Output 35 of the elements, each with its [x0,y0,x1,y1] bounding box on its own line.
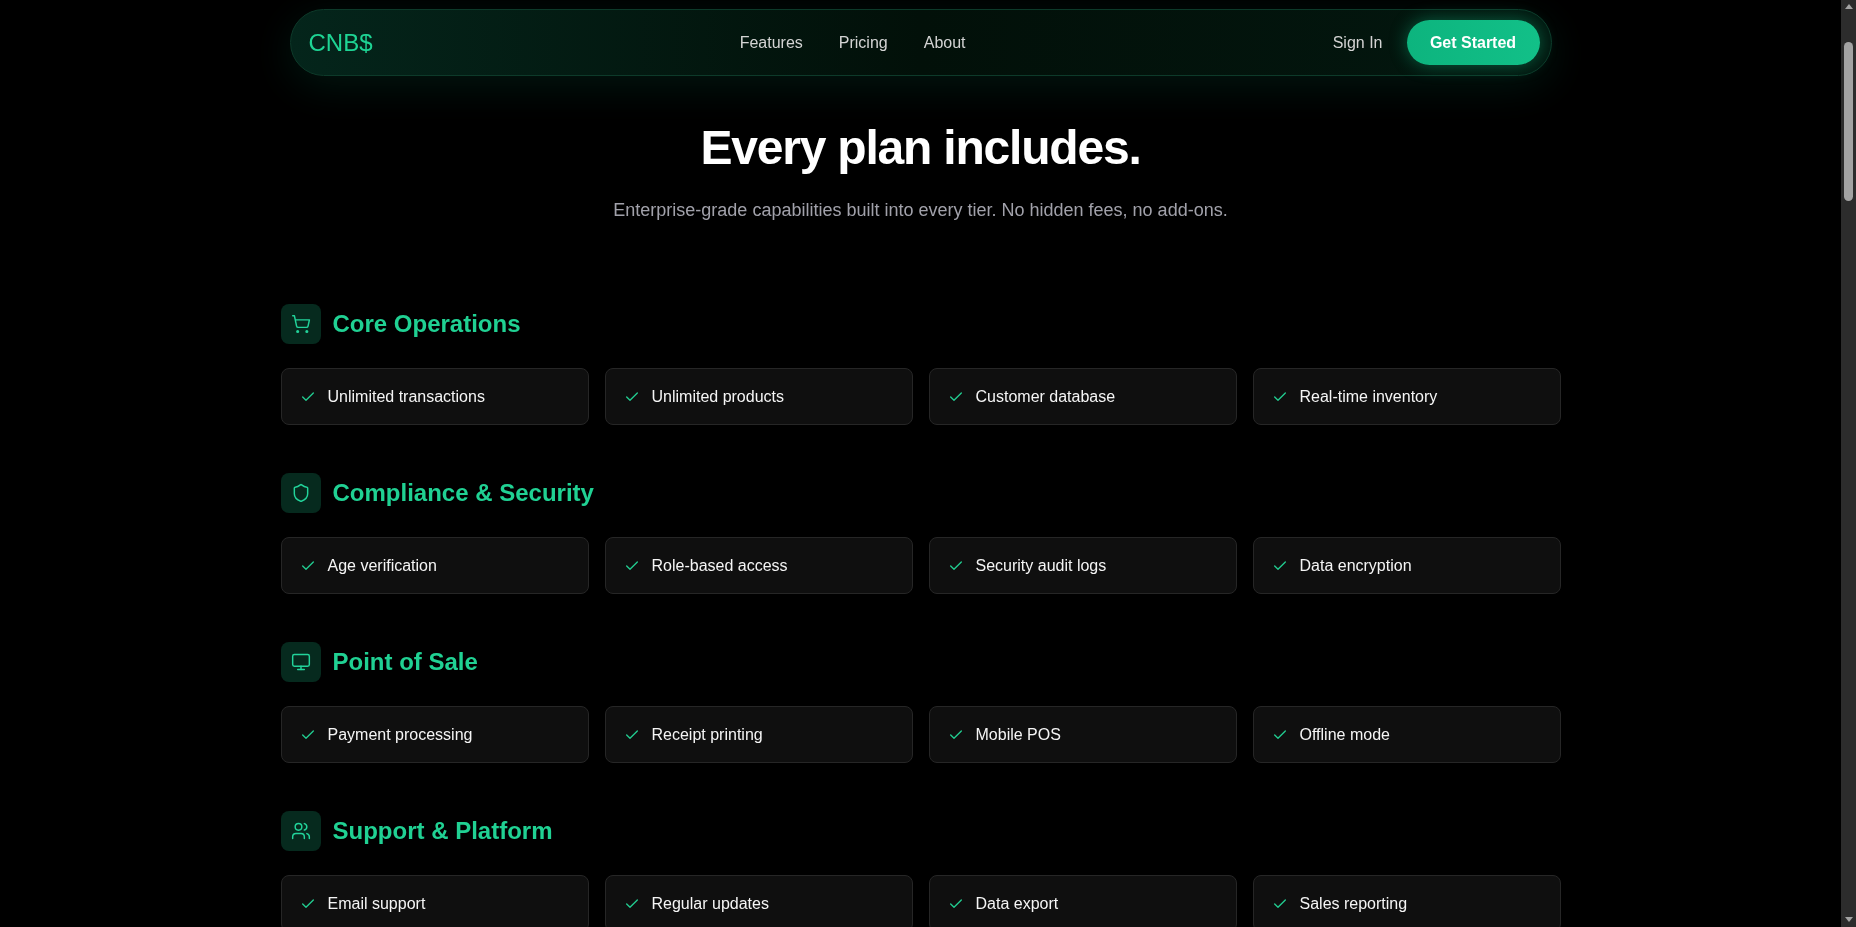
feature-label: Payment processing [327,724,473,745]
feature-label: Email support [327,893,426,914]
shield-icon [280,473,321,513]
feature-label: Data export [975,893,1059,914]
feature-label: Sales reporting [1299,893,1408,914]
nav-link[interactable]: Pricing [838,30,888,55]
page-subtitle: Enterprise-grade capabilities built into every tier. No hidden fees, no add-ons. [613,199,1228,222]
feature-label: Customer database [975,386,1116,407]
scroll-up-icon[interactable] [1844,4,1853,9]
feature-label: Unlimited transactions [327,386,485,407]
nav-link[interactable]: Features [739,30,803,55]
feature-label: Regular updates [651,893,769,914]
feature-label: Real-time inventory [1299,386,1438,407]
logo[interactable]: CNB$ [308,30,373,55]
nav-link[interactable]: About [923,30,966,55]
scrollbar-track[interactable] [1841,0,1856,927]
users-icon [280,811,321,851]
cart-icon [280,304,321,344]
feature-label: Receipt printing [651,724,763,745]
monitor-icon [280,642,321,682]
scrollbar-thumb[interactable] [1844,42,1853,201]
feature-label: Security audit logs [975,555,1107,576]
section-title: Compliance & Security [332,478,594,508]
feature-label: Offline mode [1299,724,1390,745]
section-title: Core Operations [332,309,521,339]
feature-label: Mobile POS [975,724,1061,745]
feature-label: Data encryption [1299,555,1412,576]
sign-in-link[interactable]: Sign In [1332,30,1383,55]
feature-label: Age verification [327,555,437,576]
scroll-down-icon[interactable] [1844,917,1853,922]
section-title: Support & Platform [332,816,553,846]
feature-label: Unlimited products [651,386,784,407]
page-title: Every plan includes. [700,124,1141,172]
section-title: Point of Sale [332,647,478,677]
feature-label: Role-based access [651,555,788,576]
